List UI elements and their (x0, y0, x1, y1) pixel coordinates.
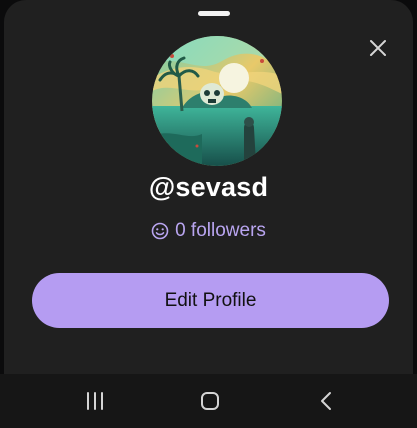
drag-handle[interactable] (198, 11, 230, 16)
avatar[interactable] (152, 36, 282, 166)
smiley-icon (151, 222, 169, 240)
nav-recents-button[interactable] (81, 388, 109, 414)
followers-label: 0 followers (175, 220, 266, 241)
nav-home-button[interactable] (196, 388, 224, 414)
edit-profile-button[interactable]: Edit Profile (32, 273, 389, 328)
nav-back-button[interactable] (312, 388, 340, 414)
home-icon (201, 392, 219, 410)
system-navigation-bar (0, 374, 417, 428)
recents-icon (87, 392, 103, 410)
close-button[interactable] (364, 34, 392, 62)
avatar-image (152, 36, 282, 166)
followers-count[interactable]: 0 followers (0, 220, 417, 242)
back-icon (321, 392, 331, 410)
close-icon (370, 40, 386, 56)
username: @sevasd (148, 172, 269, 202)
screen: @sevasd 0 followers Edit Profile (0, 0, 417, 428)
